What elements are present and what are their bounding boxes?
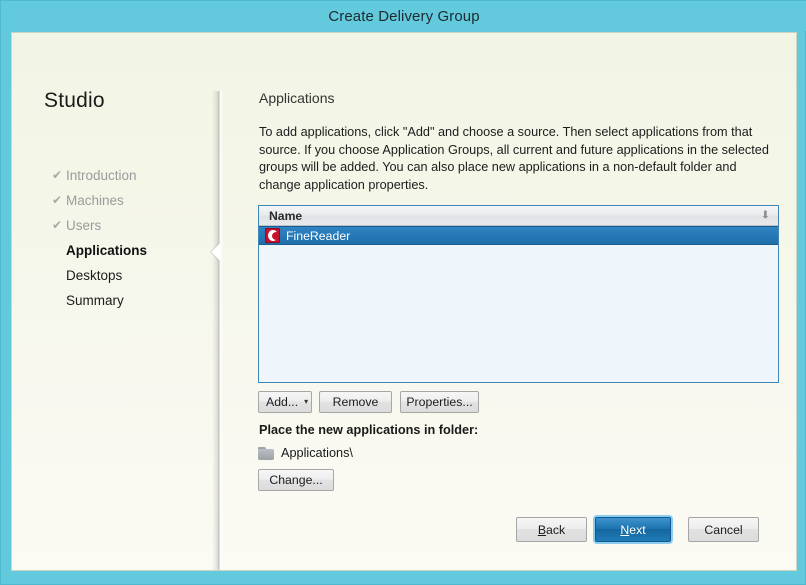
sidebar-item-applications[interactable]: Applications [12, 238, 212, 263]
add-button-label: Add... [266, 395, 299, 409]
sort-descending-icon: ⬇ [760, 209, 770, 221]
properties-button[interactable]: Properties... [400, 391, 479, 413]
current-step-pointer-icon [211, 243, 220, 261]
sidebar-item-summary[interactable]: Summary [12, 288, 212, 313]
check-icon: ✔ [51, 193, 63, 207]
check-icon: ✔ [51, 168, 63, 182]
abbyy-finereader-icon [265, 228, 280, 243]
cancel-button[interactable]: Cancel [688, 517, 759, 542]
folder-section-label: Place the new applications in folder: [259, 423, 479, 437]
sidebar-item-label: Users [66, 218, 102, 233]
chevron-down-icon[interactable]: ▾ [304, 398, 308, 406]
column-header-name[interactable]: Name [259, 209, 302, 223]
back-button[interactable]: Back [516, 517, 587, 542]
sidebar-item-users[interactable]: ✔ Users [12, 213, 212, 238]
sidebar-item-machines[interactable]: ✔ Machines [12, 188, 212, 213]
dialog-footer: Back Next Cancel [12, 517, 796, 570]
page-description: To add applications, click "Add" and cho… [259, 125, 769, 192]
listview-body[interactable]: FineReader [259, 226, 778, 382]
sidebar-item-label: Introduction [66, 168, 137, 183]
wizard-step-list: ✔ Introduction ✔ Machines ✔ Users Applic… [12, 163, 212, 313]
sidebar-item-introduction[interactable]: ✔ Introduction [12, 163, 212, 188]
listview-header[interactable]: Name ⬇ [259, 206, 778, 226]
folder-icon [258, 446, 274, 460]
list-item-label: FineReader [286, 228, 351, 243]
product-title: Studio [44, 89, 105, 112]
sidebar-item-label: Summary [66, 293, 124, 308]
list-item[interactable]: FineReader [259, 226, 778, 245]
next-button-accel: N [620, 522, 630, 537]
back-button-label: ack [546, 522, 566, 537]
dialog-title: Create Delivery Group [328, 7, 480, 25]
wizard-sidebar: Studio ✔ Introduction ✔ Machines ✔ Users… [12, 33, 212, 570]
sidebar-item-label: Applications [66, 243, 148, 258]
check-icon: ✔ [51, 218, 63, 232]
next-button-label: ext [629, 522, 646, 537]
back-button-accel: B [537, 522, 547, 537]
folder-path-row: Applications\ [258, 446, 353, 460]
change-folder-button[interactable]: Change... [258, 469, 334, 491]
applications-listview[interactable]: Name ⬇ FineReader [258, 205, 779, 383]
sidebar-item-label: Machines [66, 193, 124, 208]
remove-button[interactable]: Remove [319, 391, 392, 413]
next-button[interactable]: Next [595, 517, 671, 542]
dialog-client-area: Studio ✔ Introduction ✔ Machines ✔ Users… [11, 32, 797, 571]
sidebar-item-desktops[interactable]: Desktops [12, 263, 212, 288]
page-title: Applications [259, 90, 335, 106]
title-bar: Create Delivery Group [1, 1, 806, 31]
dialog-window: Create Delivery Group Studio ✔ Introduct… [0, 0, 806, 585]
add-button[interactable]: Add... ▾ [258, 391, 312, 413]
wizard-page-content: Applications To add applications, click … [223, 33, 796, 570]
folder-path-value: Applications\ [281, 446, 353, 460]
sidebar-item-label: Desktops [66, 268, 123, 283]
sidebar-divider [212, 91, 223, 570]
